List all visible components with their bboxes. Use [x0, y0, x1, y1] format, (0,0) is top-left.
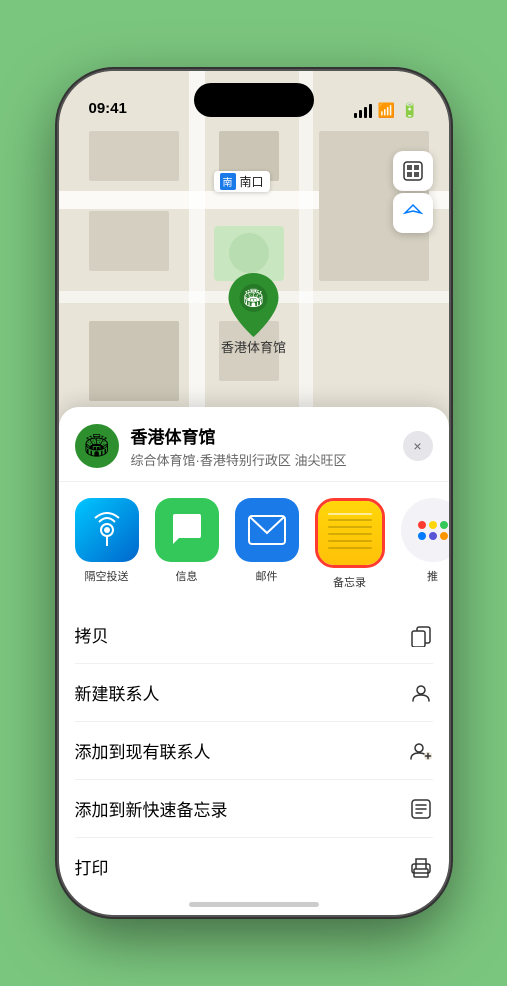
share-row: 隔空投送 信息: [59, 482, 449, 606]
home-indicator: [189, 902, 319, 907]
messages-icon-box: [155, 498, 219, 562]
add-existing-icon: [409, 739, 433, 763]
dot-orange: [440, 532, 448, 540]
quick-note-label: 添加到新快速备忘录: [75, 796, 228, 821]
print-label: 打印: [75, 854, 109, 879]
action-list: 拷贝 新建联系人 添加到现有联系人: [59, 606, 449, 895]
close-button[interactable]: ×: [403, 431, 433, 461]
location-info: 香港体育馆 综合体育馆·香港特别行政区 油尖旺区: [131, 423, 403, 469]
add-existing-label: 添加到现有联系人: [75, 738, 211, 763]
dynamic-island: [194, 83, 314, 117]
share-messages[interactable]: 信息: [155, 498, 219, 590]
marker-label: 香港体育馆: [221, 337, 286, 356]
location-arrow-icon: [403, 203, 423, 223]
notes-lines: [328, 519, 372, 549]
copy-label: 拷贝: [75, 622, 109, 647]
print-icon: [409, 855, 433, 879]
add-contact-label: 新建联系人: [75, 680, 160, 705]
status-time: 09:41: [89, 100, 127, 119]
messages-icon: [169, 512, 205, 548]
action-add-existing[interactable]: 添加到现有联系人: [75, 722, 433, 780]
label-prefix: 南: [220, 173, 236, 190]
share-mail[interactable]: 邮件: [235, 498, 299, 590]
close-icon: ×: [413, 438, 421, 454]
share-airdrop[interactable]: 隔空投送: [75, 498, 139, 590]
location-marker: 🏟 香港体育馆: [221, 271, 286, 356]
battery-icon: 🔋: [401, 102, 418, 119]
airdrop-icon-box: [75, 498, 139, 562]
airdrop-label: 隔空投送: [85, 568, 129, 584]
new-contact-icon: [409, 681, 433, 705]
notes-label: 备忘录: [333, 574, 366, 590]
messages-label: 信息: [176, 568, 198, 584]
action-add-contact[interactable]: 新建联系人: [75, 664, 433, 722]
share-notes[interactable]: 备忘录: [315, 498, 385, 590]
marker-pin-svg: 🏟: [224, 271, 282, 339]
location-header: 🏟 香港体育馆 综合体育馆·香港特别行政区 油尖旺区 ×: [59, 407, 449, 482]
location-button[interactable]: [393, 193, 433, 233]
bottom-sheet: 🏟 香港体育馆 综合体育馆·香港特别行政区 油尖旺区 ×: [59, 407, 449, 915]
notes-selected-border: [315, 498, 385, 568]
stadium-icon: 🏟: [83, 433, 111, 459]
map-controls: [393, 151, 433, 233]
map-label: 南 南口: [214, 171, 270, 192]
location-name: 香港体育馆: [131, 423, 403, 448]
copy-icon: [409, 623, 433, 647]
more-dots-box: [401, 498, 449, 562]
location-icon: 🏟: [75, 424, 119, 468]
dot-yellow: [429, 521, 437, 529]
quick-note-icon: [409, 797, 433, 821]
mail-label: 邮件: [256, 568, 278, 584]
map-layer-button[interactable]: [393, 151, 433, 191]
map-layer-icon: [402, 160, 424, 182]
mail-icon-box: [235, 498, 299, 562]
dot-purple: [429, 532, 437, 540]
dot-red: [418, 521, 426, 529]
action-print[interactable]: 打印: [75, 838, 433, 895]
phone-frame: 09:41 📶 🔋: [59, 71, 449, 915]
notes-icon-box: [318, 501, 382, 565]
action-quick-note[interactable]: 添加到新快速备忘录: [75, 780, 433, 838]
label-text: 南口: [240, 173, 264, 190]
status-icons: 📶 🔋: [354, 102, 419, 119]
dot-blue: [418, 532, 426, 540]
location-description: 综合体育馆·香港特别行政区 油尖旺区: [131, 450, 403, 469]
phone-screen: 09:41 📶 🔋: [59, 71, 449, 915]
svg-text:🏟: 🏟: [242, 288, 265, 308]
mail-icon: [248, 515, 286, 545]
action-copy[interactable]: 拷贝: [75, 606, 433, 664]
more-label: 推: [427, 568, 438, 584]
airdrop-icon: [89, 512, 125, 548]
signal-bars-icon: [354, 104, 372, 118]
share-more[interactable]: 推: [401, 498, 449, 590]
wifi-icon: 📶: [378, 102, 395, 119]
dot-green: [440, 521, 448, 529]
